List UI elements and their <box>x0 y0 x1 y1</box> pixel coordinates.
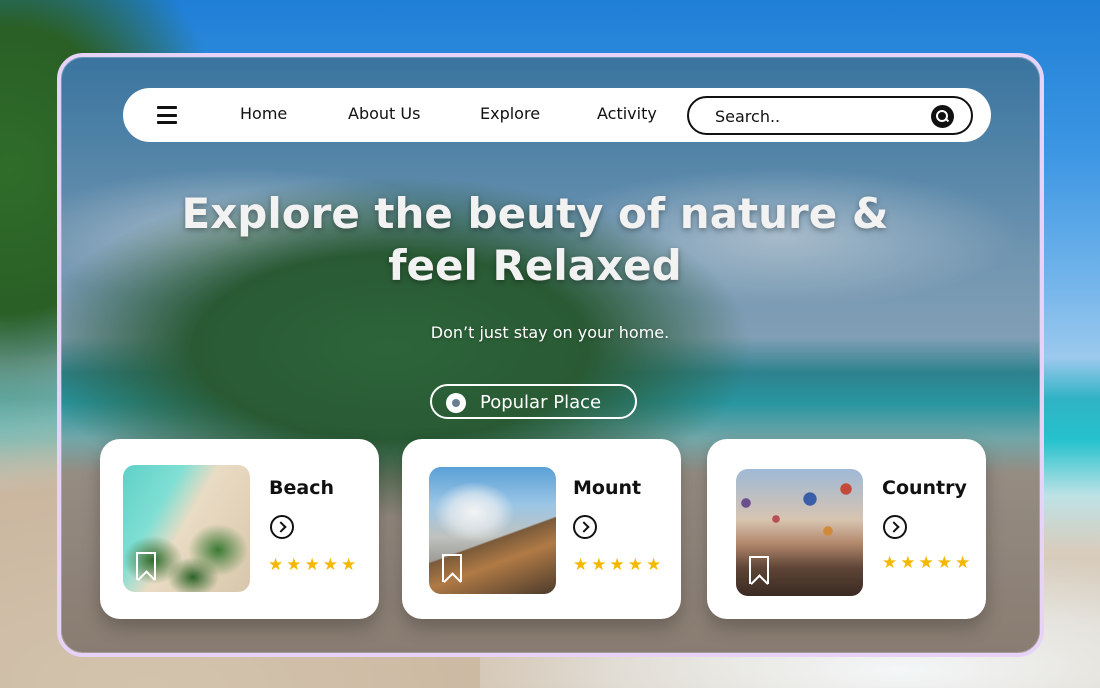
hero-subtitle: Don’t just stay on your home. <box>430 323 670 342</box>
search-input[interactable] <box>715 105 915 127</box>
menu-icon[interactable] <box>157 106 177 124</box>
star-rating: ★★★★★ <box>268 555 360 575</box>
menu-bar <box>157 113 177 117</box>
nav-activity[interactable]: Activity <box>597 104 657 123</box>
star-rating: ★★★★★ <box>882 553 974 573</box>
location-pin-icon <box>446 393 466 413</box>
hero-title-line-2: feel Relaxed <box>388 241 682 290</box>
place-card-mount[interactable]: Mount ★★★★★ <box>402 439 681 619</box>
arrow-right-circle-icon[interactable] <box>883 515 907 539</box>
arrow-right-circle-icon[interactable] <box>270 515 294 539</box>
menu-bar <box>157 106 177 109</box>
hero-title: Explore the beuty of nature & feel Relax… <box>150 188 920 292</box>
beach-photo <box>123 465 250 592</box>
popular-place-button[interactable]: Popular Place <box>430 384 637 419</box>
popular-place-label: Popular Place <box>480 392 602 413</box>
nav-explore[interactable]: Explore <box>480 104 540 123</box>
search-icon[interactable] <box>931 105 954 128</box>
page-background: { "nav": { "links": ["Home", "About Us",… <box>0 0 1100 688</box>
bookmark-icon[interactable] <box>442 554 462 582</box>
star-rating: ★★★★★ <box>573 555 665 575</box>
volcano-photo <box>429 467 556 594</box>
place-card-country[interactable]: Country ★★★★★ <box>707 439 986 619</box>
navbar: Home About Us Explore Activity <box>123 88 991 142</box>
bookmark-icon[interactable] <box>136 552 156 580</box>
card-title: Country <box>882 477 967 499</box>
card-title: Mount <box>573 477 642 499</box>
card-title: Beach <box>269 477 334 499</box>
menu-bar <box>157 121 177 124</box>
place-card-beach[interactable]: Beach ★★★★★ <box>100 439 379 619</box>
arrow-right-circle-icon[interactable] <box>573 515 597 539</box>
hero-title-line-1: Explore the beuty of nature & <box>181 189 889 238</box>
search-box <box>687 96 973 135</box>
bookmark-icon[interactable] <box>749 556 769 584</box>
hot-air-balloons-photo <box>736 469 863 596</box>
nav-home[interactable]: Home <box>240 104 287 123</box>
nav-about-us[interactable]: About Us <box>348 104 420 123</box>
